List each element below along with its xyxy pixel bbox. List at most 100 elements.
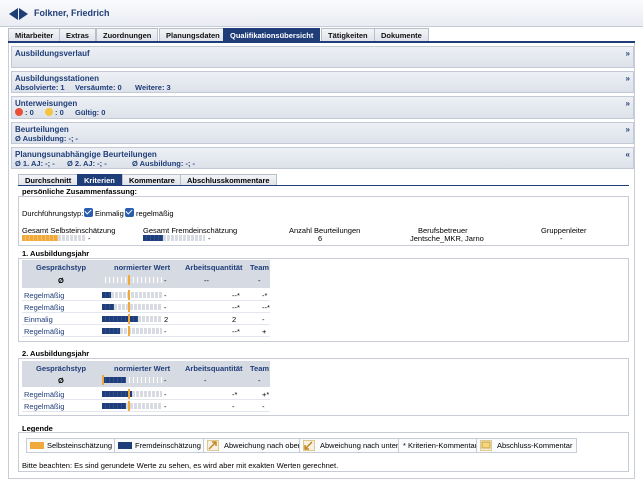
avg-bar-fill [102,377,126,383]
avg-bar-track [126,377,162,383]
subtab-kommentare[interactable]: Kommentare [122,174,182,185]
avg-team: - [258,276,261,285]
yellow-dot-icon [45,108,53,116]
arrow-up-icon [207,440,219,451]
section-title: Ausbildungsverlauf [15,49,90,58]
collapse-icon[interactable]: « [626,150,630,159]
fremd-bar [102,292,111,298]
tab-qualifikationsuebersicht[interactable]: Qualifikationsübersicht [223,28,321,41]
section-title: Unterweisungen [15,99,78,108]
tab-dokumente[interactable]: Dokumente [374,28,429,41]
tab-mitarbeiter[interactable]: Mitarbeiter [8,28,61,41]
selbst-marker [128,326,130,336]
forward-arrow-icon[interactable] [19,8,28,20]
anzahl-label: Anzahl Beurteilungen [289,226,361,235]
fremd-bar [102,403,126,409]
avg-marker [128,275,130,285]
section-beurteilungen[interactable]: Beurteilungen Ø Ausbildung: -; - » [11,122,634,144]
legend-fremd: Fremdeinschätzung [114,438,206,453]
expand-icon[interactable]: » [626,125,630,134]
regelmaessig-checkbox[interactable] [125,208,134,217]
bar-track [126,403,162,409]
weitere-count: Weitere: 3 [135,83,171,92]
betreuer-value: Jentsche_MKR, Jarno [410,234,484,243]
einmalig-label: Einmalig [95,209,124,218]
selbst-marker [128,389,130,399]
team-value: + [262,327,267,336]
einmalig-checkbox[interactable] [84,208,93,217]
gespraechstyp-link[interactable]: Regelmäßig [24,291,64,300]
person-name: Folkner, Friedrich [34,8,110,18]
gruppenleiter-label: Gruppenleiter [541,226,587,235]
section-title: Ausbildungsstationen [15,74,99,83]
selbst-bar-track [58,235,86,241]
arbeit-value: -* [232,390,238,399]
section-planungsunabhaengig[interactable]: Planungsunabhängige Beurteilungen Ø 1. A… [11,147,634,169]
tab-taetigkeiten[interactable]: Tätigkeiten [321,28,375,41]
avg-row-label: Ø [58,276,64,285]
avg-arbeit: - [204,376,207,385]
red-count: : 0 [15,108,34,117]
fremd-value: - [208,234,211,243]
wert-value: - [164,402,167,411]
arrow-down-icon [303,440,315,451]
avg-bar-track [102,277,162,283]
avg-team: - [258,376,261,385]
checkbox-checked-icon [84,208,93,217]
type-label: Durchführungstyp: [22,209,84,218]
gespraechstyp-link[interactable]: Regelmäßig [24,303,64,312]
subtab-durchschnitt[interactable]: Durchschnitt [18,174,79,185]
avg-aj2: Ø 2. AJ: -; - [67,159,107,168]
team-value: -* [262,291,268,300]
red-dot-icon [15,108,23,116]
back-arrow-icon[interactable] [9,8,18,20]
tab-zuordnungen[interactable]: Zuordnungen [96,28,159,41]
subtab-underline [18,185,629,186]
section-unterweisungen[interactable]: Unterweisungen : 0 : 0 Gültig: 0 » [11,96,634,119]
header-team: Team [250,364,270,373]
gespraechstyp-link[interactable]: Regelmäßig [24,327,64,336]
gespraechstyp-link[interactable]: Regelmäßig [24,390,64,399]
expand-icon[interactable]: » [626,99,630,108]
gespraechstyp-link[interactable]: Regelmäßig [24,402,64,411]
comment-icon [480,440,492,451]
wert-value: 2 [164,315,169,324]
arbeit-value: --* [232,303,240,312]
bar-track [138,316,162,322]
header-team: Team [250,263,270,272]
tab-extras[interactable]: Extras [59,28,96,41]
arbeit-value: 2 [232,315,237,324]
year1-table-header: Gesprächstyp normierter Wert Arbeitsquan… [22,260,270,288]
bar-track [120,328,162,334]
table-row: Regelmäßig - --* + [22,325,270,337]
subtab-abschlusskommentare[interactable]: Abschlusskommentare [180,174,277,185]
selbst-value: - [88,234,91,243]
expand-icon[interactable]: » [626,74,630,83]
wert-value: - [164,390,167,399]
fremd-bar-track [163,235,205,241]
year2-table-header: Gesprächstyp normierter Wert Arbeitsquan… [22,361,270,387]
anzahl-value: 6 [318,234,323,243]
expand-icon[interactable]: » [626,49,630,58]
tab-planungsdaten[interactable]: Planungsdaten [159,28,227,41]
arbeit-value: --* [232,291,240,300]
absolvierte-count: Absolvierte: 1 [15,83,65,92]
year1-title: 1. Ausbildungsjahr [22,249,90,258]
checkbox-checked-icon [125,208,134,217]
legend-note: Bitte beachten: Es sind gerundete Werte … [22,461,339,470]
selbst-label: Gesamt Selbsteinschätzung [22,226,116,235]
fremd-bar [102,316,138,322]
table-row: Regelmäßig - - - [22,400,270,412]
legend-selbst: Selbsteinschätzung [26,438,118,453]
summary-box [18,196,629,246]
section-ausbildungsstationen[interactable]: Ausbildungsstationen Absolvierte: 1 Vers… [11,71,634,93]
team-value: - [262,402,265,411]
subtab-kriterien[interactable]: Kriterien [77,174,122,185]
selbst-bar [22,235,58,241]
beurteilungen-avg: Ø Ausbildung: -; - [15,134,79,143]
gespraechstyp-link[interactable]: Einmalig [24,315,53,324]
header-gespraechstyp: Gesprächstyp [36,364,87,373]
avg-row-label: Ø [58,376,64,385]
section-ausbildungsverlauf[interactable]: Ausbildungsverlauf » [11,46,634,68]
legend-abschluss: Abschluss-Kommentar [476,438,578,453]
